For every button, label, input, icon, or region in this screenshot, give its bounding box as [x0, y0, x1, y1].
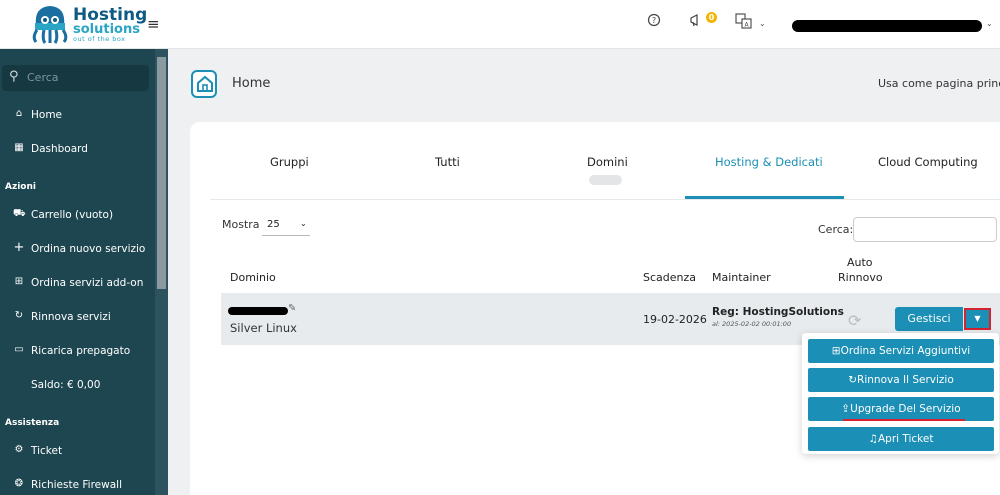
- sidebar-search-input[interactable]: ⚲ Cerca: [2, 65, 149, 91]
- column-header-domain[interactable]: Dominio: [230, 271, 276, 284]
- chevron-down-icon[interactable]: ⌄: [759, 19, 766, 28]
- page-size-value: 25: [267, 219, 280, 230]
- search-placeholder: Cerca: [27, 71, 59, 84]
- manage-button[interactable]: Gestisci: [895, 307, 963, 331]
- notification-badge: 0: [706, 12, 717, 23]
- plus-square-icon: ⊞: [831, 345, 841, 357]
- sidebar-item-new-service[interactable]: + Ordina nuovo servizio: [0, 240, 150, 260]
- sidebar-scrollbar-thumb[interactable]: [157, 57, 166, 289]
- menu-icon[interactable]: ≡: [147, 15, 160, 33]
- actions-dropdown-toggle[interactable]: ▼: [964, 308, 991, 330]
- cart-icon: ⛟: [13, 208, 26, 219]
- tab-cloud-computing[interactable]: Cloud Computing: [878, 155, 978, 169]
- balance-label: Saldo: € 0,00: [31, 379, 101, 391]
- svg-text:?: ?: [652, 16, 656, 25]
- translate-icon[interactable]: A: [735, 13, 753, 33]
- sidebar-item-label: Ordina servizi add-on: [31, 277, 144, 289]
- chevron-down-icon: ⌄: [300, 219, 307, 228]
- active-tab-underline: [685, 196, 844, 199]
- refresh-icon: ↻: [848, 374, 858, 386]
- user-menu-redacted[interactable]: [792, 20, 982, 32]
- page-title: Home: [232, 76, 271, 91]
- tab-domini[interactable]: Domini: [587, 155, 628, 169]
- product-name: Silver Linux: [230, 321, 297, 335]
- menu-item-label: Upgrade Del Servizio: [850, 403, 961, 415]
- maintainer-date: al: 2025-02-02 00:01:00: [712, 320, 792, 328]
- tab-hosting-dedicati[interactable]: Hosting & Dedicati: [715, 155, 823, 169]
- plus-square-icon: ⊞: [14, 276, 24, 287]
- table-search-label: Cerca:: [818, 223, 854, 236]
- logo[interactable]: Hosting solutions out of the box: [30, 3, 160, 45]
- gear-icon: ⚙: [14, 444, 24, 455]
- sidebar-item-label: Dashboard: [31, 143, 88, 155]
- menu-item-label: Apri Ticket: [877, 433, 934, 445]
- domain-name-redacted[interactable]: [228, 307, 288, 315]
- highlight-underline: [843, 419, 965, 421]
- show-entries-label: Mostra: [222, 218, 260, 231]
- sidebar-item-ticket[interactable]: ⚙ Ticket: [0, 442, 150, 462]
- upload-icon: ⇪: [841, 403, 851, 415]
- table-search-input[interactable]: [853, 217, 997, 242]
- sidebar-item-label: Carrello (vuoto): [31, 209, 114, 221]
- section-azioni: Azioni: [5, 182, 36, 192]
- column-header-expiry[interactable]: Scadenza: [643, 271, 696, 284]
- dashboard-icon: ▦: [14, 142, 24, 153]
- home-icon: ⌂: [15, 108, 23, 119]
- sidebar-item-topup[interactable]: ▭ Ricarica prepagato: [0, 342, 150, 362]
- sidebar-item-label: Rinnova servizi: [31, 311, 111, 323]
- top-bar: Hosting solutions out of the box ≡ ? 0 A…: [0, 0, 1000, 49]
- sync-icon: ⟳: [848, 311, 862, 330]
- menu-item-order-addons[interactable]: ⊞Ordina Servizi Aggiuntivi: [808, 339, 994, 363]
- money-icon: ▭: [14, 344, 24, 355]
- sidebar-item-label: Ricarica prepagato: [31, 345, 131, 357]
- chevron-down-icon[interactable]: ⌄: [986, 19, 993, 28]
- column-header-maintainer[interactable]: Maintainer: [712, 271, 771, 284]
- sidebar-item-firewall[interactable]: ❂ Richieste Firewall: [0, 476, 150, 495]
- sidebar-item-label: Ordina nuovo servizio: [31, 243, 146, 255]
- sidebar-item-dashboard[interactable]: ▦ Dashboard: [0, 140, 150, 160]
- sidebar-item-home[interactable]: ⌂ Home: [0, 106, 150, 126]
- tab-gruppi[interactable]: Gruppi: [270, 155, 309, 169]
- sidebar-item-label: Ticket: [31, 445, 63, 457]
- tab-tutti[interactable]: Tutti: [435, 155, 460, 169]
- search-icon: ⚲: [9, 69, 19, 84]
- column-header-auto-renew-1[interactable]: Auto: [847, 256, 873, 269]
- menu-item-open-ticket[interactable]: ♫Apri Ticket: [808, 427, 994, 451]
- bell-icon: ♫: [868, 433, 878, 445]
- octopus-logo-icon: [32, 6, 68, 44]
- sidebar-item-cart[interactable]: ⛟ Carrello (vuoto): [0, 206, 150, 226]
- menu-item-renew-service[interactable]: ↻Rinnova Il Servizio: [808, 368, 994, 392]
- column-header-auto-renew-2[interactable]: Rinnovo: [838, 271, 883, 284]
- menu-item-upgrade-service[interactable]: ⇪Upgrade Del Servizio: [808, 397, 994, 421]
- maintainer-name: Reg: HostingSolutions: [712, 306, 844, 318]
- sidebar-item-label: Richieste Firewall: [31, 479, 122, 491]
- firewall-icon: ❂: [14, 478, 24, 489]
- edit-pencil-icon[interactable]: ✎: [288, 303, 296, 314]
- sidebar-item-renew[interactable]: ↻ Rinnova servizi: [0, 308, 150, 328]
- sidebar-item-label: Home: [31, 109, 63, 121]
- home-icon: [191, 70, 217, 98]
- plus-icon: +: [13, 240, 25, 255]
- logo-tagline: out of the box: [73, 35, 126, 43]
- section-assistenza: Assistenza: [5, 418, 60, 428]
- use-as-homepage-link[interactable]: Usa come pagina princip: [878, 77, 1000, 90]
- menu-item-label: Rinnova Il Servizio: [857, 374, 954, 386]
- help-icon[interactable]: ?: [647, 13, 661, 31]
- megaphone-icon[interactable]: [689, 13, 705, 31]
- sidebar-item-addon[interactable]: ⊞ Ordina servizi add-on: [0, 274, 150, 294]
- tab-divider: [210, 199, 1000, 200]
- sidebar: ⚲ Cerca ⌂ Home ▦ Dashboard Azioni ⛟ Carr…: [0, 49, 168, 495]
- menu-item-label: Ordina Servizi Aggiuntivi: [840, 345, 971, 357]
- refresh-icon: ↻: [14, 310, 24, 321]
- page-size-select[interactable]: 25 ⌄: [262, 214, 310, 236]
- tab-count-pill: [589, 175, 622, 185]
- sidebar-balance: Saldo: € 0,00: [0, 376, 150, 396]
- expiry-date: 19-02-2026: [643, 313, 707, 326]
